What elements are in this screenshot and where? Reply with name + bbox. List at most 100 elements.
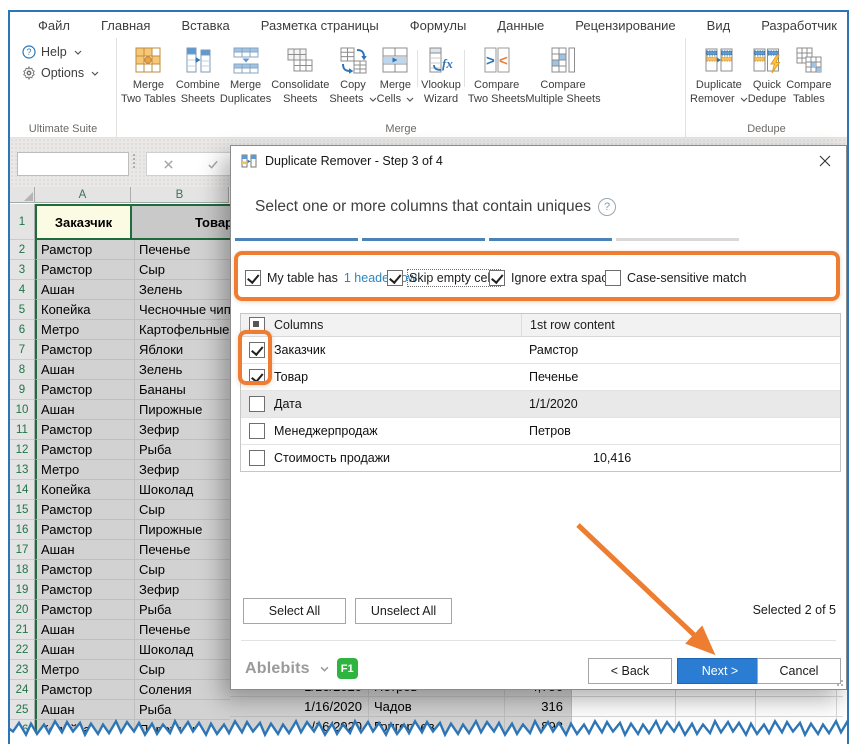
cell-b[interactable]: Зелень: [135, 360, 237, 380]
cell-b[interactable]: Зефир: [135, 580, 237, 600]
columns-table-row[interactable]: ТоварПеченье: [241, 364, 840, 391]
row-header[interactable]: 14: [10, 480, 35, 500]
select-all-corner[interactable]: [10, 187, 35, 203]
cell-b[interactable]: Сыр: [135, 500, 237, 520]
cell-a[interactable]: Рамстор: [35, 600, 135, 620]
row-header[interactable]: 18: [10, 560, 35, 580]
row-header[interactable]: 25: [10, 700, 35, 720]
cell-a[interactable]: Рамстор: [35, 440, 135, 460]
cell-a[interactable]: Ашан: [35, 400, 135, 420]
cell-a[interactable]: Ашан: [35, 700, 135, 720]
vlookup-wizard-button[interactable]: fxVlookupWizard: [421, 42, 461, 107]
column-header-b[interactable]: B: [131, 187, 229, 203]
columns-table-row[interactable]: МенеджерпродажПетров: [241, 418, 840, 445]
cell-a[interactable]: Ашан: [35, 280, 135, 300]
cell[interactable]: Григорьев: [369, 717, 505, 737]
empty-cell[interactable]: [572, 717, 676, 737]
cell-a[interactable]: Ашан: [35, 640, 135, 660]
cell-b[interactable]: Сыр: [135, 560, 237, 580]
row-header[interactable]: 16: [10, 520, 35, 540]
column-checkbox[interactable]: [249, 450, 265, 466]
cell-a[interactable]: Рамстор: [35, 340, 135, 360]
empty-cell[interactable]: [837, 717, 843, 737]
cell-b[interactable]: Товар: [132, 204, 242, 240]
consolidate-sheets-button[interactable]: ConsolidateSheets: [271, 42, 329, 107]
merge-cells-button[interactable]: MergeCells: [377, 42, 415, 107]
cell-a[interactable]: Ашан: [35, 360, 135, 380]
close-icon[interactable]: [804, 146, 846, 176]
cell-b[interactable]: Сыр: [135, 660, 237, 680]
cell-a[interactable]: Копейка: [35, 720, 135, 740]
cell-a[interactable]: Рамстор: [35, 380, 135, 400]
cell[interactable]: 316: [505, 697, 572, 717]
cell-a[interactable]: Рамстор: [35, 260, 135, 280]
cell-b[interactable]: Пирожные: [135, 400, 237, 420]
compare-tables-button[interactable]: CompareTables: [786, 42, 831, 107]
cell-b[interactable]: Чесночные чипсы: [135, 300, 237, 320]
row-header[interactable]: 9: [10, 380, 35, 400]
merge-duplicates-button[interactable]: MergeDuplicates: [220, 42, 271, 107]
cell-b[interactable]: Печенье: [135, 240, 237, 260]
ribbon-tab[interactable]: Вид: [707, 18, 731, 33]
cell-b[interactable]: Рыба: [135, 700, 237, 720]
row-header[interactable]: 21: [10, 620, 35, 640]
empty-cell[interactable]: [837, 697, 843, 717]
row-header[interactable]: 8: [10, 360, 35, 380]
cell-b[interactable]: Соления: [135, 680, 237, 700]
row-header[interactable]: 6: [10, 320, 35, 340]
select-all-button[interactable]: Select All: [243, 598, 346, 624]
cell-a[interactable]: Ашан: [35, 540, 135, 560]
cell-a[interactable]: Рамстор: [35, 580, 135, 600]
row-header[interactable]: 26: [10, 720, 35, 740]
ablebits-brand[interactable]: Ablebits F1: [245, 658, 358, 679]
cell-b[interactable]: Пирожные: [135, 520, 237, 540]
cell-b[interactable]: Яблоки: [135, 340, 237, 360]
cell-b[interactable]: Картофельные чипсы: [135, 320, 237, 340]
cell-a[interactable]: Рамстор: [35, 520, 135, 540]
empty-cell[interactable]: [756, 697, 837, 717]
columns-table-row[interactable]: Дата1/1/2020: [241, 391, 840, 418]
ribbon-tab[interactable]: Главная: [101, 18, 150, 33]
cell-a[interactable]: Рамстор: [35, 240, 135, 260]
cell-b[interactable]: Зелень: [135, 280, 237, 300]
row-header[interactable]: 13: [10, 460, 35, 480]
empty-cell[interactable]: [572, 697, 676, 717]
cell[interactable]: 4,898: [505, 717, 572, 737]
row-header[interactable]: 3: [10, 260, 35, 280]
cell-b[interactable]: Пирожные: [135, 720, 237, 740]
column-checkbox[interactable]: [249, 423, 265, 439]
cell-a[interactable]: Рамстор: [35, 560, 135, 580]
row-header[interactable]: 10: [10, 400, 35, 420]
row-header[interactable]: 24: [10, 680, 35, 700]
copy-sheets-button[interactable]: CopySheets: [329, 42, 376, 107]
cell-a[interactable]: Ашан: [35, 620, 135, 640]
ribbon-tab[interactable]: Данные: [497, 18, 544, 33]
compare-two-sheets-button[interactable]: ><CompareTwo Sheets: [468, 42, 525, 107]
row-header[interactable]: 17: [10, 540, 35, 560]
column-header-a[interactable]: A: [35, 187, 131, 203]
row-header[interactable]: 1: [10, 204, 35, 240]
cell-a[interactable]: Метро: [35, 460, 135, 480]
dialog-title-bar[interactable]: Duplicate Remover - Step 3 of 4: [231, 146, 846, 176]
cell-a[interactable]: Рамстор: [35, 680, 135, 700]
compare-multiple-sheets-button[interactable]: CompareMultiple Sheets: [525, 42, 600, 107]
unselect-all-button[interactable]: Unselect All: [355, 598, 452, 624]
next-button[interactable]: Next >: [677, 658, 763, 684]
columns-table-row[interactable]: ЗаказчикРамстор: [241, 337, 840, 364]
cancel-button[interactable]: Cancel: [757, 658, 841, 684]
cell-b[interactable]: Бананы: [135, 380, 237, 400]
ribbon-tab[interactable]: Разработчик: [761, 18, 837, 33]
cell-b[interactable]: Рыба: [135, 600, 237, 620]
help-circle-icon[interactable]: ?: [598, 198, 616, 216]
cell-b[interactable]: Печенье: [135, 620, 237, 640]
ribbon-tab[interactable]: Файл: [38, 18, 70, 33]
ribbon-tab[interactable]: Рецензирование: [575, 18, 675, 33]
ribbon-tab[interactable]: Разметка страницы: [261, 18, 379, 33]
cell-a[interactable]: Рамстор: [35, 420, 135, 440]
row-header[interactable]: 7: [10, 340, 35, 360]
column-checkbox[interactable]: [249, 396, 265, 412]
empty-cell[interactable]: [756, 717, 837, 737]
cell-a[interactable]: Копейка: [35, 480, 135, 500]
row-header[interactable]: 2: [10, 240, 35, 260]
f1-help-badge[interactable]: F1: [337, 658, 358, 679]
